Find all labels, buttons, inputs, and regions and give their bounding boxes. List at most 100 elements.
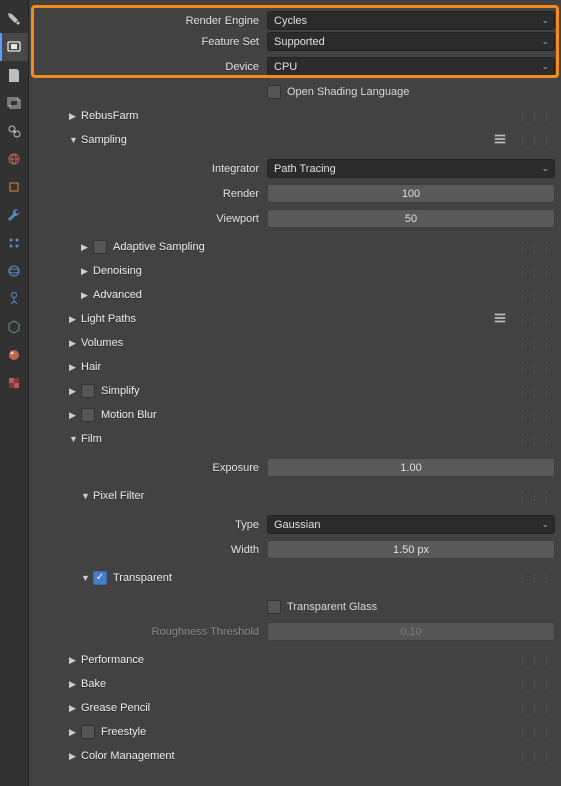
grip-icon: ⋮⋮⋮ <box>517 385 553 398</box>
grip-icon: ⋮⋮⋮ <box>517 409 553 422</box>
render-samples-input[interactable]: 100 <box>267 184 555 203</box>
section-hair[interactable]: ▶Hair⋮⋮⋮ <box>29 355 561 379</box>
device-select[interactable]: CPU⌄ <box>267 57 555 76</box>
subsection-denoising[interactable]: ▶Denoising⋮⋮⋮ <box>29 259 561 283</box>
render-engine-label: Render Engine <box>29 15 267 27</box>
osl-label: Open Shading Language <box>287 86 409 98</box>
disclosure-right-icon: ▶ <box>69 751 81 762</box>
transparent-glass-checkbox[interactable] <box>267 600 281 614</box>
motion-blur-checkbox[interactable] <box>81 408 95 422</box>
grip-icon: ⋮⋮⋮ <box>517 572 553 585</box>
chevron-down-icon: ⌄ <box>541 61 549 72</box>
tab-modifier[interactable] <box>0 201 28 229</box>
transparent-checkbox[interactable] <box>93 571 107 585</box>
disclosure-down-icon: ▼ <box>81 573 93 583</box>
disclosure-right-icon: ▶ <box>69 727 81 738</box>
subsection-adaptive-sampling[interactable]: ▶Adaptive Sampling⋮⋮⋮ <box>29 235 561 259</box>
disclosure-right-icon: ▶ <box>69 314 81 325</box>
grip-icon: ⋮⋮⋮ <box>517 490 553 503</box>
tab-world[interactable] <box>0 145 28 173</box>
preset-icon[interactable] <box>493 132 507 149</box>
grip-icon: ⋮⋮⋮ <box>517 134 553 147</box>
disclosure-right-icon: ▶ <box>69 362 81 373</box>
roughness-threshold-input[interactable]: 0.10 <box>267 622 555 641</box>
filter-type-label: Type <box>29 519 267 531</box>
filter-type-select[interactable]: Gaussian⌄ <box>267 515 555 534</box>
render-samples-label: Render <box>29 188 267 200</box>
section-simplify[interactable]: ▶Simplify⋮⋮⋮ <box>29 379 561 403</box>
tab-material[interactable] <box>0 341 28 369</box>
tab-viewlayer[interactable] <box>0 89 28 117</box>
tab-constraints[interactable] <box>0 285 28 313</box>
disclosure-right-icon: ▶ <box>69 679 81 690</box>
disclosure-right-icon: ▶ <box>69 410 81 421</box>
section-rebusfarm[interactable]: ▶RebusFarm⋮⋮⋮ <box>29 104 561 128</box>
feature-set-label: Feature Set <box>29 36 267 48</box>
simplify-checkbox[interactable] <box>81 384 95 398</box>
integrator-select[interactable]: Path Tracing⌄ <box>267 159 555 178</box>
section-freestyle[interactable]: ▶Freestyle⋮⋮⋮ <box>29 720 561 744</box>
subsection-transparent[interactable]: ▼Transparent⋮⋮⋮ <box>29 566 561 590</box>
chevron-down-icon: ⌄ <box>541 519 549 530</box>
disclosure-down-icon: ▼ <box>69 434 81 444</box>
tab-texture[interactable] <box>0 369 28 397</box>
section-color-management[interactable]: ▶Color Management⋮⋮⋮ <box>29 744 561 768</box>
grip-icon: ⋮⋮⋮ <box>517 361 553 374</box>
section-film[interactable]: ▼Film⋮⋮⋮ <box>29 427 561 451</box>
feature-set-select[interactable]: Supported⌄ <box>267 32 555 51</box>
disclosure-right-icon: ▶ <box>81 290 93 301</box>
chevron-down-icon: ⌄ <box>541 15 549 26</box>
section-light-paths[interactable]: ▶Light Paths ⋮⋮⋮ <box>29 307 561 331</box>
disclosure-down-icon: ▼ <box>69 135 81 145</box>
grip-icon: ⋮⋮⋮ <box>517 289 553 302</box>
tab-physics[interactable] <box>0 257 28 285</box>
section-sampling[interactable]: ▼Sampling ⋮⋮⋮ <box>29 128 561 152</box>
tab-render[interactable] <box>0 33 28 61</box>
tab-data[interactable] <box>0 313 28 341</box>
filter-width-input[interactable]: 1.50 px <box>267 540 555 559</box>
freestyle-checkbox[interactable] <box>81 725 95 739</box>
tab-object[interactable] <box>0 173 28 201</box>
exposure-input[interactable]: 1.00 <box>267 458 555 477</box>
tab-output[interactable] <box>0 61 28 89</box>
tab-scene[interactable] <box>0 117 28 145</box>
disclosure-right-icon: ▶ <box>81 266 93 277</box>
integrator-label: Integrator <box>29 163 267 175</box>
section-volumes[interactable]: ▶Volumes⋮⋮⋮ <box>29 331 561 355</box>
subsection-advanced[interactable]: ▶Advanced⋮⋮⋮ <box>29 283 561 307</box>
disclosure-right-icon: ▶ <box>69 386 81 397</box>
adaptive-sampling-checkbox[interactable] <box>93 240 107 254</box>
section-motion-blur[interactable]: ▶Motion Blur⋮⋮⋮ <box>29 403 561 427</box>
disclosure-right-icon: ▶ <box>81 242 93 253</box>
osl-checkbox[interactable] <box>267 85 281 99</box>
section-bake[interactable]: ▶Bake⋮⋮⋮ <box>29 672 561 696</box>
roughness-threshold-label: Roughness Threshold <box>29 626 267 638</box>
chevron-down-icon: ⌄ <box>541 163 549 174</box>
disclosure-right-icon: ▶ <box>69 338 81 349</box>
render-properties-panel: Render Engine Cycles⌄ Feature Set Suppor… <box>29 0 561 786</box>
preset-icon[interactable] <box>493 311 507 328</box>
grip-icon: ⋮⋮⋮ <box>517 265 553 278</box>
grip-icon: ⋮⋮⋮ <box>517 241 553 254</box>
transparent-glass-label: Transparent Glass <box>287 601 377 613</box>
render-engine-select[interactable]: Cycles⌄ <box>267 11 555 30</box>
disclosure-right-icon: ▶ <box>69 111 81 122</box>
viewport-samples-label: Viewport <box>29 213 267 225</box>
disclosure-down-icon: ▼ <box>81 491 93 501</box>
section-grease-pencil[interactable]: ▶Grease Pencil⋮⋮⋮ <box>29 696 561 720</box>
section-performance[interactable]: ▶Performance⋮⋮⋮ <box>29 648 561 672</box>
grip-icon: ⋮⋮⋮ <box>517 337 553 350</box>
tab-tool[interactable] <box>0 5 28 33</box>
filter-width-label: Width <box>29 544 267 556</box>
disclosure-right-icon: ▶ <box>69 703 81 714</box>
grip-icon: ⋮⋮⋮ <box>517 726 553 739</box>
exposure-label: Exposure <box>29 462 267 474</box>
tab-particles[interactable] <box>0 229 28 257</box>
chevron-down-icon: ⌄ <box>541 36 549 47</box>
grip-icon: ⋮⋮⋮ <box>517 702 553 715</box>
grip-icon: ⋮⋮⋮ <box>517 313 553 326</box>
subsection-pixel-filter[interactable]: ▼Pixel Filter⋮⋮⋮ <box>29 484 561 508</box>
grip-icon: ⋮⋮⋮ <box>517 654 553 667</box>
viewport-samples-input[interactable]: 50 <box>267 209 555 228</box>
device-label: Device <box>29 61 267 73</box>
